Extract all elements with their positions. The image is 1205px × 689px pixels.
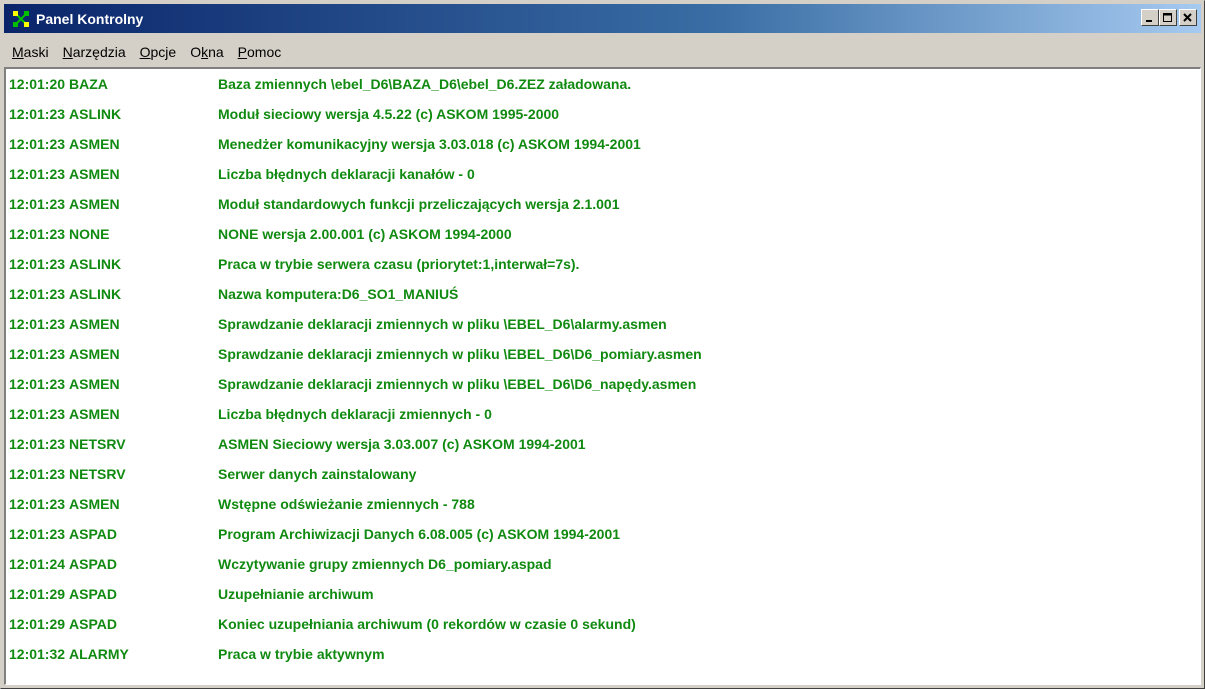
log-source: BAZA [69, 76, 108, 92]
log-time: 12:01:23 [9, 496, 66, 512]
menu-item-pomoc[interactable]: Pomoc [236, 44, 284, 60]
log-source: ASMEN [69, 136, 120, 152]
log-message: Uzupełnianie archiwum [218, 586, 374, 602]
log-source: ASLINK [69, 256, 122, 272]
log-time: 12:01:23 [9, 316, 66, 332]
window-controls [1141, 9, 1197, 26]
log-source: ASLINK [69, 286, 122, 302]
panel-kontrolny-window: Panel Kontrolny Maski Narzędzia Opcje Okna P… [0, 0, 1205, 689]
log-row: 12:01:29 ASPAD Uzupełnianie archiwum [6, 579, 1200, 609]
log-message: Nazwa komputera:D6_SO1_MANIUŚ [218, 286, 459, 302]
menu-item-okna[interactable]: Okna [188, 44, 225, 60]
log-row: 12:01:23 ASMEN Sprawdzanie deklaracji zmi… [6, 369, 1200, 399]
log-time: 12:01:23 [9, 526, 66, 542]
log-row: 12:01:32 ALARMY Praca w trybie aktywnym [6, 639, 1200, 669]
log-source: NONE [69, 226, 110, 242]
log-message: Koniec uzupełniania archiwum (0 rekordów… [218, 616, 636, 632]
log-time: 12:01:23 [9, 226, 66, 242]
log-source: ASLINK [69, 106, 122, 122]
log-row: 12:01:23 ASMEN Sprawdzanie deklaracji zmi… [6, 309, 1200, 339]
log-source: ASMEN [69, 346, 120, 362]
log-source: NETSRV [69, 436, 126, 452]
minimize-button[interactable] [1141, 9, 1159, 26]
title-bar[interactable]: Panel Kontrolny [4, 4, 1201, 33]
log-time: 12:01:23 [9, 196, 66, 212]
log-time: 12:01:29 [9, 586, 66, 602]
log-source: ASMEN [69, 166, 120, 182]
log-list: 12:01:20 BAZA Baza zmiennych \ebel_D6\BAZ… [6, 69, 1200, 669]
log-row: 12:01:23 ASMEN Wstępne odświeżanie zmienn… [6, 489, 1200, 519]
close-button[interactable] [1179, 9, 1197, 26]
log-message: Baza zmiennych \ebel_D6\BAZA_D6\ebel_D6.… [218, 76, 632, 92]
log-row: 12:01:23 NETSRV Serwer danych zainstalowa… [6, 459, 1200, 489]
log-message: Liczba błędnych deklaracji zmiennych - 0 [218, 406, 492, 422]
log-time: 12:01:23 [9, 436, 66, 452]
log-message: Moduł sieciowy wersja 4.5.22 (c) ASKOM 1… [218, 106, 560, 122]
close-icon [1183, 12, 1192, 22]
log-row: 12:01:23 ASMEN Liczba błędnych deklaracji… [6, 159, 1200, 189]
log-row: 12:01:23 NETSRV ASMEN Sieciowy wersja 3.0… [6, 429, 1200, 459]
log-message: Praca w trybie serwera czasu (priorytet:… [218, 256, 580, 272]
menu-item-maski[interactable]: Maski [10, 44, 51, 60]
log-row: 12:01:23 ASMEN Moduł standardowych funkcj… [6, 189, 1200, 219]
log-source: ASMEN [69, 406, 120, 422]
log-message: Sprawdzanie deklaracji zmiennych w pliku… [218, 316, 667, 332]
log-time: 12:01:23 [9, 106, 66, 122]
log-time: 12:01:23 [9, 166, 66, 182]
log-time: 12:01:29 [9, 616, 66, 632]
log-source: ASMEN [69, 496, 120, 512]
log-message: ASMEN Sieciowy wersja 3.03.007 (c) ASKOM… [218, 436, 586, 452]
maximize-icon [1163, 12, 1172, 22]
minimize-icon [1146, 19, 1152, 22]
log-message: Program Archiwizacji Danych 6.08.005 (c)… [218, 526, 621, 542]
log-time: 12:01:32 [9, 646, 66, 662]
log-row: 12:01:23 NONE NONE wersja 2.00.001 (c) AS… [6, 219, 1200, 249]
log-source: ASMEN [69, 316, 120, 332]
log-row: 12:01:20 BAZA Baza zmiennych \ebel_D6\BAZ… [6, 69, 1200, 99]
log-time: 12:01:23 [9, 286, 66, 302]
log-source: ASPAD [69, 556, 117, 572]
log-row: 12:01:23 ASLINK Moduł sieciowy wersja 4.5… [6, 99, 1200, 129]
log-message: Sprawdzanie deklaracji zmiennych w pliku… [218, 376, 697, 392]
log-time: 12:01:24 [9, 556, 66, 572]
log-time: 12:01:20 [9, 76, 66, 92]
menu-bar: Maski Narzędzia Opcje Okna Pomoc [4, 39, 1201, 65]
log-message: Serwer danych zainstalowany [218, 466, 417, 482]
log-source: ASMEN [69, 196, 120, 212]
log-source: ASPAD [69, 586, 117, 602]
log-row: 12:01:23 ASMEN Sprawdzanie deklaracji zmi… [6, 339, 1200, 369]
log-row: 12:01:23 ASLINK Praca w trybie serwera cz… [6, 249, 1200, 279]
log-message: Praca w trybie aktywnym [218, 646, 385, 662]
log-row: 12:01:23 ASLINK Nazwa komputera:D6_SO1_MA… [6, 279, 1200, 309]
log-source: ASPAD [69, 526, 117, 542]
log-source: NETSRV [69, 466, 126, 482]
log-panel[interactable]: 12:01:20 BAZA Baza zmiennych \ebel_D6\BAZ… [4, 67, 1201, 685]
log-time: 12:01:23 [9, 406, 66, 422]
log-row: 12:01:29 ASPAD Koniec uzupełniania archiw… [6, 609, 1200, 639]
log-message: Sprawdzanie deklaracji zmiennych w pliku… [218, 346, 702, 362]
log-source: ASPAD [69, 616, 117, 632]
menu-item-narzędzia[interactable]: Narzędzia [61, 44, 128, 60]
log-time: 12:01:23 [9, 466, 66, 482]
log-source: ALARMY [69, 646, 129, 662]
log-time: 12:01:23 [9, 346, 66, 362]
network-icon[interactable] [12, 10, 30, 28]
log-message: Wstępne odświeżanie zmiennych - 788 [218, 496, 475, 512]
log-source: ASMEN [69, 376, 120, 392]
log-row: 12:01:23 ASPAD Program Archiwizacji Danyc… [6, 519, 1200, 549]
log-row: 12:01:23 ASMEN Menedżer komunikacyjny wer… [6, 129, 1200, 159]
window-title: Panel Kontrolny [36, 10, 144, 27]
log-time: 12:01:23 [9, 136, 66, 152]
log-message: Moduł standardowych funkcji przeliczając… [218, 196, 620, 212]
log-row: 12:01:23 ASMEN Liczba błędnych deklaracji… [6, 399, 1200, 429]
log-message: Liczba błędnych deklaracji kanałów - 0 [218, 166, 475, 182]
log-time: 12:01:23 [9, 256, 66, 272]
log-message: NONE wersja 2.00.001 (c) ASKOM 1994-2000 [218, 226, 512, 242]
maximize-button[interactable] [1159, 9, 1177, 26]
log-time: 12:01:23 [9, 376, 66, 392]
log-message: Wczytywanie grupy zmiennych D6_pomiary.a… [218, 556, 552, 572]
log-row: 12:01:24 ASPAD Wczytywanie grupy zmiennyc… [6, 549, 1200, 579]
menu-item-opcje[interactable]: Opcje [138, 44, 179, 60]
log-message: Menedżer komunikacyjny wersja 3.03.018 (… [218, 136, 641, 152]
